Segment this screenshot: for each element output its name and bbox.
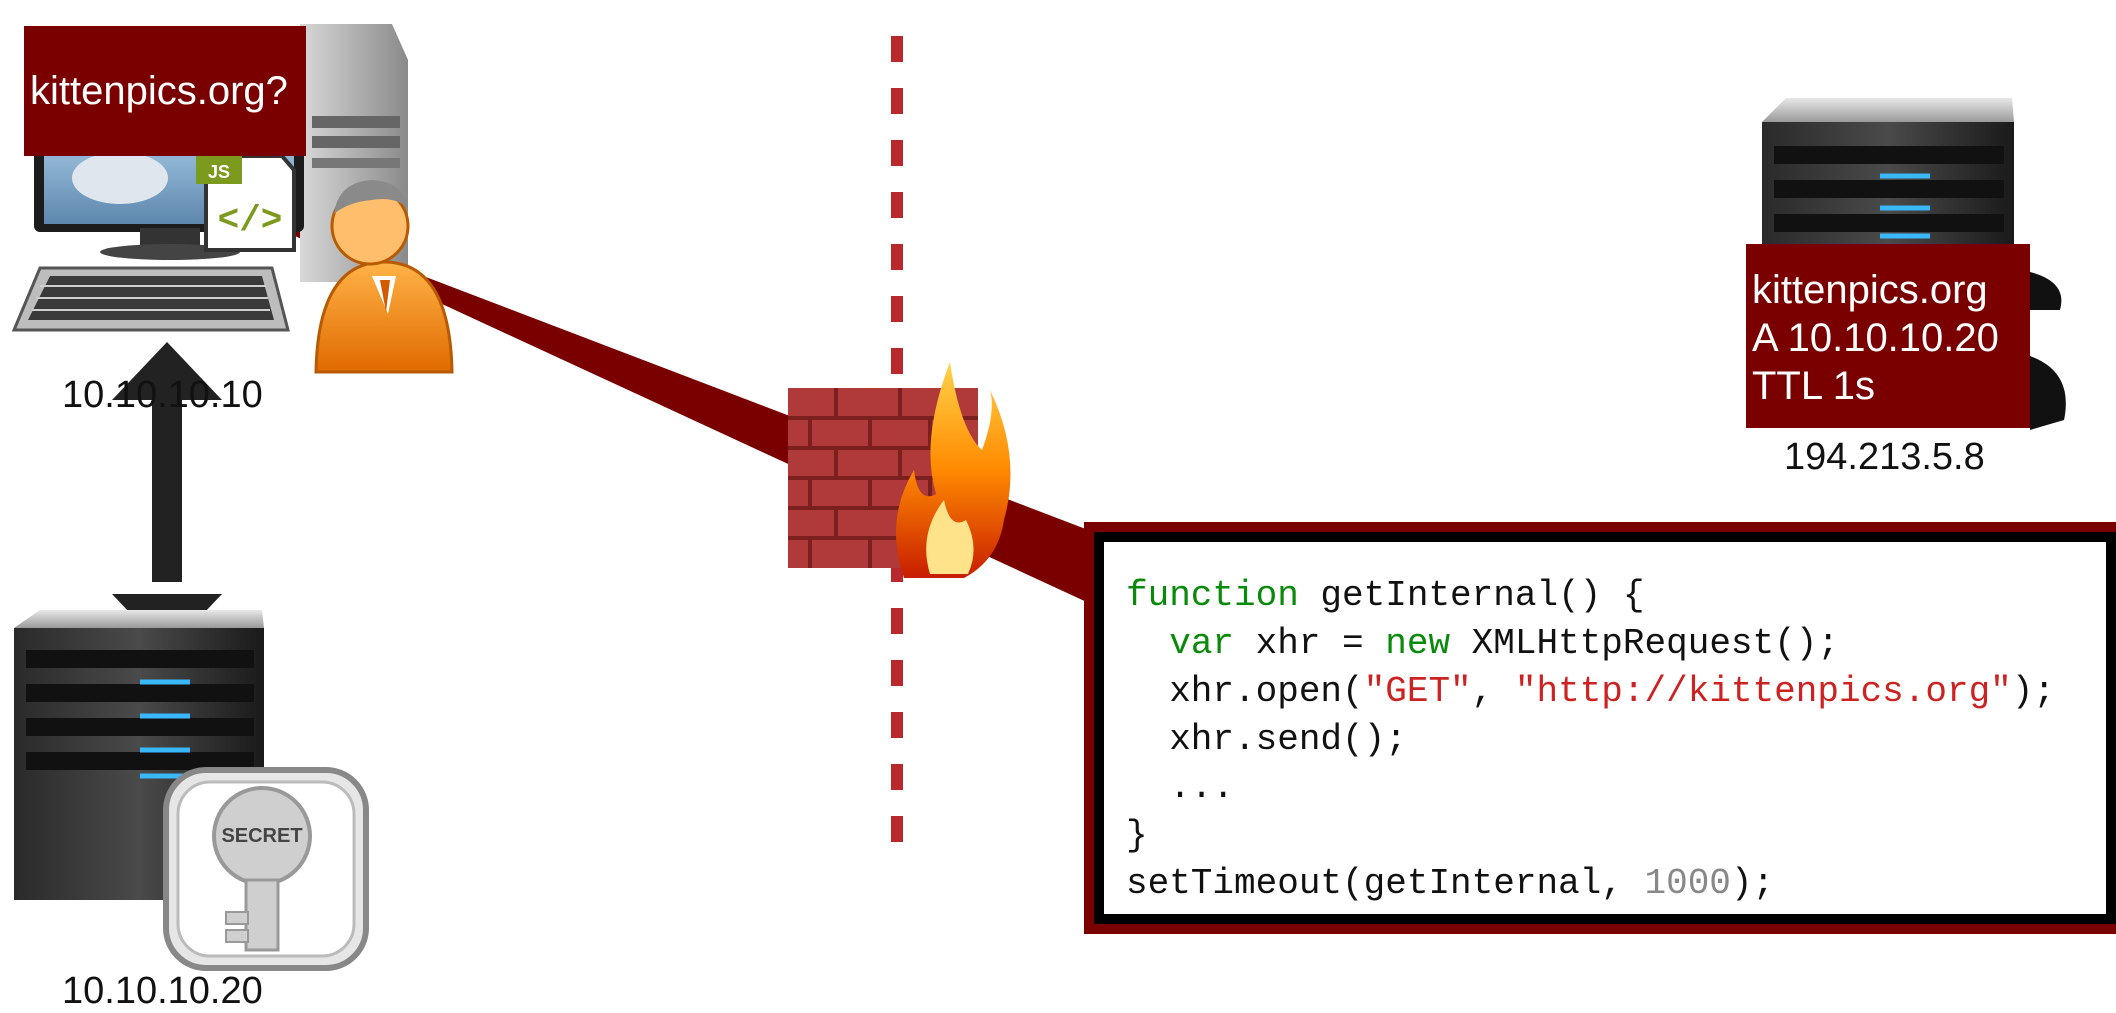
code-token: new (1385, 623, 1451, 664)
dns-query-box: kittenpics.org? (24, 26, 306, 156)
code-token: 1000 (1644, 863, 1731, 904)
code-token: function (1126, 575, 1299, 616)
dns-record-box: kittenpics.org A 10.10.10.20 TTL 1s (1746, 244, 2030, 428)
code-token: ... (1126, 767, 1235, 808)
code-token: getInternal() { (1298, 575, 1645, 616)
code-token: } (1126, 815, 1148, 856)
code-line: xhr.open("GET", "http://kittenpics.org")… (1126, 668, 2106, 716)
code-token: xhr.send(); (1126, 719, 1407, 760)
secret-key-icon: SECRET (163, 767, 369, 971)
javascript-file-icon: JS </> (196, 154, 296, 252)
code-token: "http://kittenpics.org" (1514, 671, 2012, 712)
client-ip-label: 10.10.10.10 (62, 374, 263, 416)
code-line: xhr.send(); (1126, 716, 2106, 764)
dns-query-text: kittenpics.org? (30, 69, 288, 113)
code-token: xhr.open( (1126, 671, 1364, 712)
code-token: ); (1730, 863, 1775, 904)
code-token: "GET" (1363, 671, 1472, 712)
internal-server-ip-label: 10.10.10.20 (62, 970, 263, 1012)
client-keyboard-icon (11, 266, 290, 332)
code-token: var (1169, 623, 1235, 664)
code-token: XMLHttpRequest(); (1450, 623, 1839, 664)
code-line: function getInternal() { (1126, 572, 2106, 620)
javascript-code-box: function getInternal() { var xhr = new X… (1084, 522, 2116, 934)
code-line: ... (1126, 764, 2106, 812)
svg-text:</>: </> (218, 200, 283, 241)
dns-server-ip-label: 194.213.5.8 (1784, 436, 1985, 478)
dns-record-a: A 10.10.10.20 (1752, 316, 1999, 360)
code-token: xhr = (1234, 623, 1386, 664)
secret-key-label: SECRET (221, 825, 302, 847)
code-line: } (1126, 812, 2106, 860)
code-token: ); (2011, 671, 2055, 712)
dns-record-domain: kittenpics.org (1752, 268, 1988, 312)
code-line: setTimeout(getInternal, 1000); (1126, 860, 2106, 908)
js-badge-label: JS (208, 162, 230, 182)
code-token: setTimeout(getInternal, (1126, 863, 1645, 904)
code-token: , (1471, 671, 1515, 712)
dns-record-ttl: TTL 1s (1752, 364, 1875, 408)
code-line: var xhr = new XMLHttpRequest(); (1126, 620, 2106, 668)
firewall-icon (788, 362, 1011, 578)
